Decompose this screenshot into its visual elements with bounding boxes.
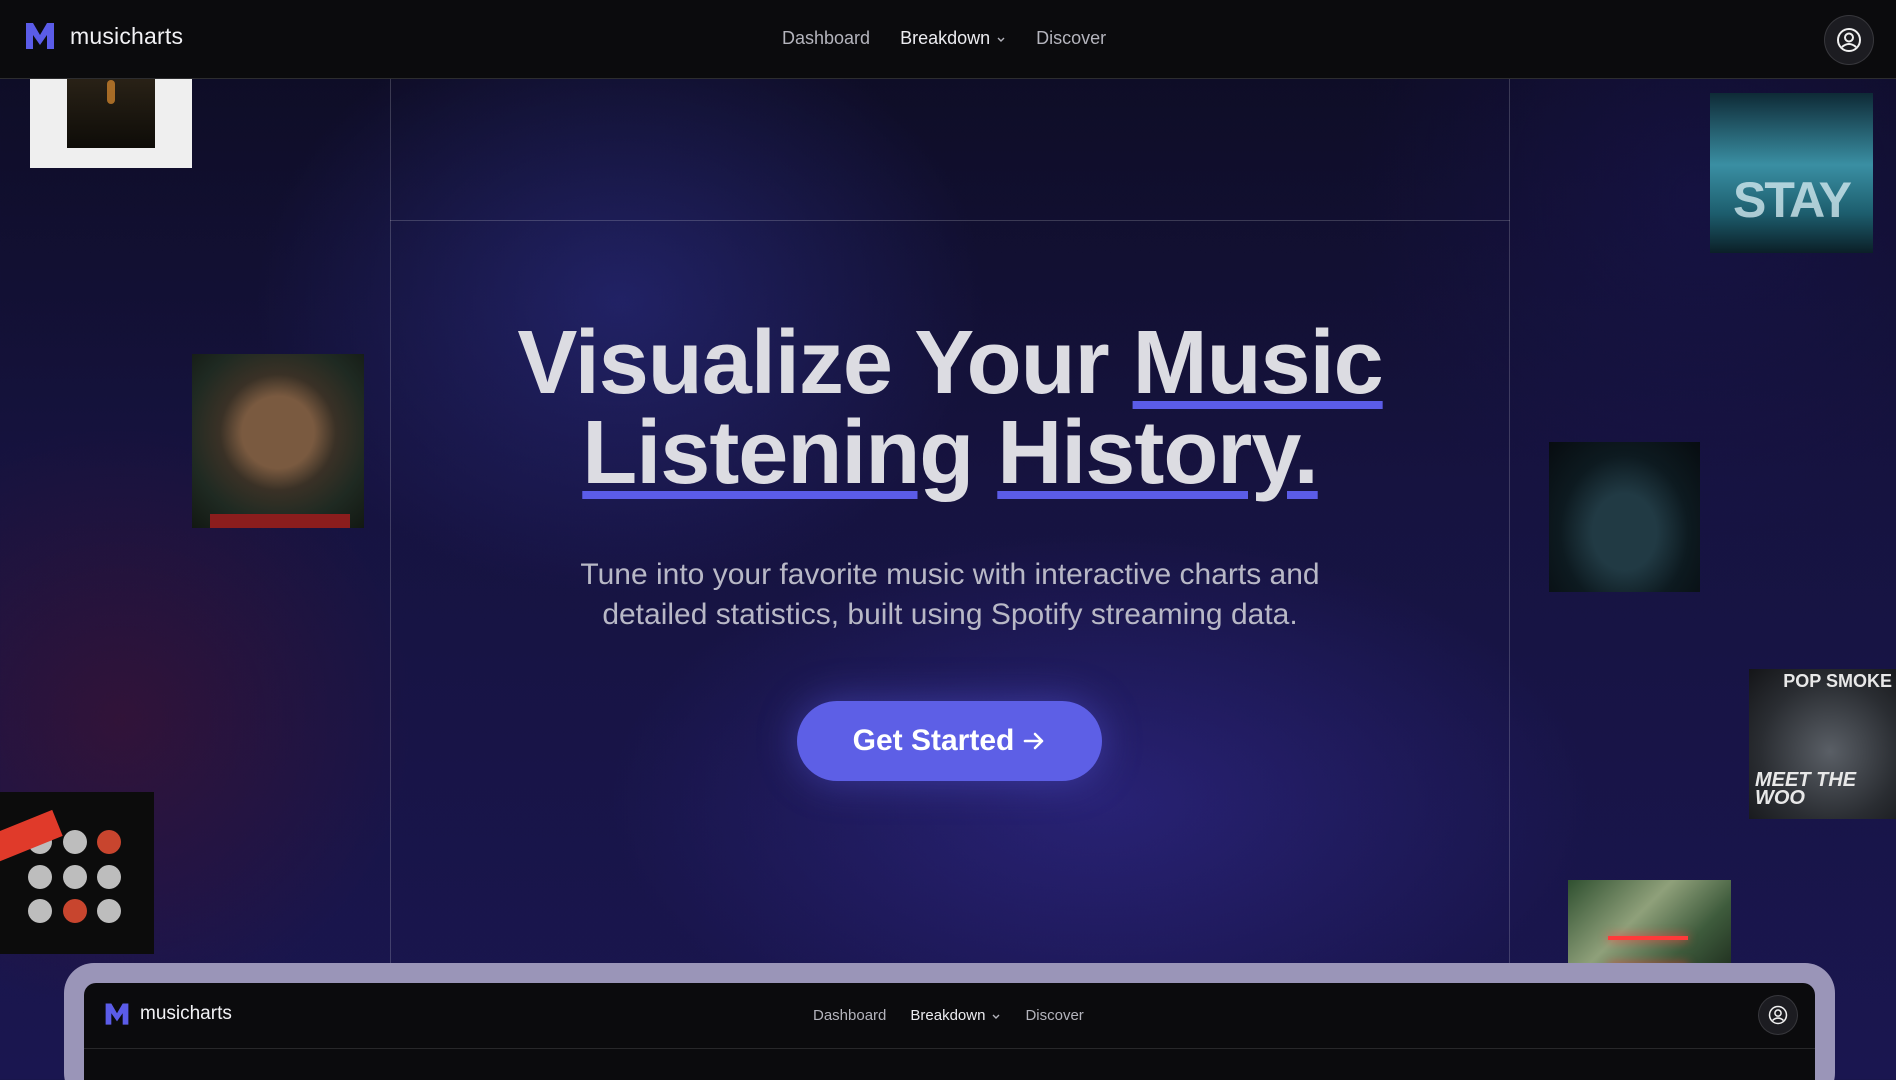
chevron-down-icon xyxy=(997,37,1005,42)
preview-navbar: musicharts Dashboard Breakdown Discover xyxy=(84,983,1815,1049)
album-cover-pop-text: POP SMOKE xyxy=(1783,671,1892,691)
brand-name: musicharts xyxy=(70,22,184,49)
preview-nav-breakdown: Breakdown xyxy=(910,1007,1001,1024)
user-circle-icon xyxy=(1768,1005,1788,1025)
brand[interactable]: musicharts xyxy=(24,20,183,52)
nav-discover[interactable]: Discover xyxy=(1036,28,1106,49)
app-preview-screen: musicharts Dashboard Breakdown Discover xyxy=(84,983,1815,1080)
preview-brand-name: musicharts xyxy=(140,1003,232,1024)
get-started-button[interactable]: Get Started xyxy=(797,701,1102,781)
arrow-right-icon xyxy=(1024,732,1044,750)
nav-dashboard[interactable]: Dashboard xyxy=(782,28,870,49)
album-cover-4 xyxy=(1549,442,1700,592)
album-cover-pop-smoke: POP SMOKE MEET THE WOO xyxy=(1749,669,1896,819)
preview-nav-breakdown-label: Breakdown xyxy=(910,1007,986,1024)
m-logo-icon xyxy=(26,23,54,49)
nav-breakdown-label: Breakdown xyxy=(900,28,991,48)
hero-title-history: History. xyxy=(997,403,1318,503)
preview-user-button xyxy=(1758,995,1798,1035)
top-navbar: musicharts Dashboard Breakdown Discover xyxy=(0,0,1896,79)
main-nav: Dashboard Breakdown Discover xyxy=(782,28,1106,49)
hero-title-plain: Visualize Your xyxy=(517,313,1133,413)
hero-title-listening: Listening xyxy=(582,403,974,503)
hero-title: Visualize Your Music Listening History. xyxy=(390,318,1510,498)
hero-subtitle: Tune into your favorite music with inter… xyxy=(580,558,1320,631)
album-cover-twenty-one-pilots xyxy=(0,792,154,954)
album-cover-stay-text: STAY xyxy=(1732,172,1852,228)
get-started-label: Get Started xyxy=(852,724,1015,757)
preview-nav-discover: Discover xyxy=(1025,1007,1084,1024)
chevron-down-icon xyxy=(992,1014,1000,1019)
user-account-button[interactable] xyxy=(1824,15,1874,65)
user-circle-icon xyxy=(1837,28,1861,52)
preview-nav-dashboard: Dashboard xyxy=(813,1007,887,1024)
app-preview-frame: musicharts Dashboard Breakdown Discover xyxy=(64,963,1835,1080)
grid-line-right xyxy=(1509,79,1510,963)
preview-brand: musicharts xyxy=(104,1001,232,1027)
m-logo-icon xyxy=(105,1003,129,1025)
album-cover-woo-text: MEET THE WOO xyxy=(1755,769,1857,809)
grid-line-horizontal xyxy=(390,220,1510,221)
grid-line-left xyxy=(390,79,391,963)
album-cover-2 xyxy=(192,354,364,528)
hero-title-music: Music xyxy=(1132,313,1384,413)
preview-nav: Dashboard Breakdown Discover xyxy=(813,1007,1084,1024)
album-cover-stay: STAY xyxy=(1710,93,1873,253)
nav-breakdown[interactable]: Breakdown xyxy=(900,28,1006,49)
